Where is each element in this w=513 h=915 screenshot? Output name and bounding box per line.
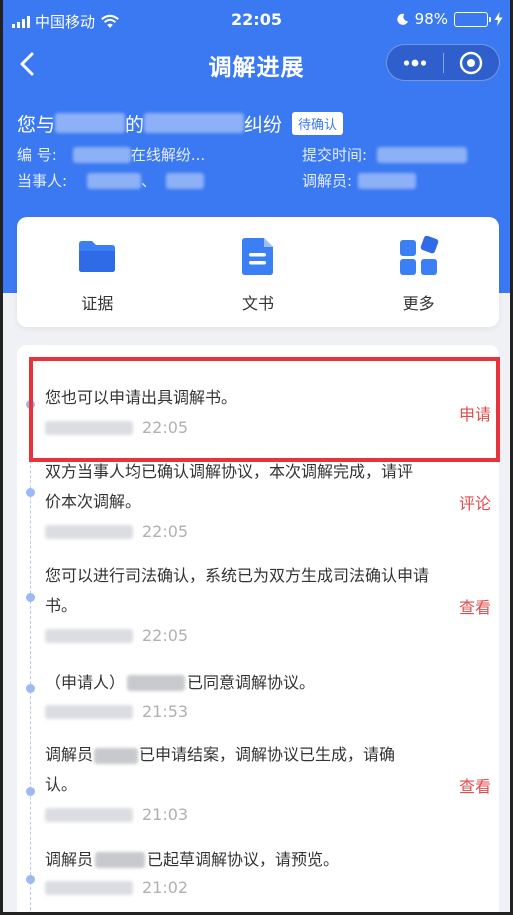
timeline-dot <box>26 593 35 602</box>
redacted-applicant <box>127 675 186 691</box>
status-badge: 待确认 <box>292 111 344 135</box>
timeline-item-time: 22:05 <box>45 418 188 437</box>
view-action-link[interactable]: 查看 <box>459 594 491 618</box>
redacted-mediator <box>94 747 139 764</box>
progress-timeline: 您也可以申请出具调解书。 22:05 申请 双方当事人均已确认调解协议，本次调解… <box>17 345 499 915</box>
timeline-text-prefix: 调解员 <box>45 850 94 869</box>
parties: 当事人: 、 <box>17 170 205 191</box>
submit-time: 提交时间: <box>302 144 468 165</box>
document-label: 文书 <box>242 294 275 313</box>
redacted-mediator <box>95 852 146 868</box>
redacted-date <box>45 628 133 643</box>
timeline-item-text: 调解员 已申请结案，调解协议已生成，请确认。 <box>45 740 420 800</box>
timeline-time-value: 21:53 <box>142 702 189 721</box>
view-action-link[interactable]: 查看 <box>459 773 491 797</box>
case-number-value: 在线解纷... <box>130 146 206 164</box>
redacted-date <box>45 420 133 435</box>
dispute-title: 您与 的 纠纷 待确认 <box>17 108 496 138</box>
redacted-date <box>45 704 133 719</box>
timeline-dot <box>26 787 35 796</box>
case-number-label: 编 号: <box>17 146 57 164</box>
mini-program-capsule <box>386 44 500 81</box>
timeline-dot <box>26 684 35 693</box>
dispute-title-prefix: 您与 <box>17 113 56 136</box>
dispute-info: 您与 的 纠纷 待确认 编 号: 在线解纷... 提交时间: 当事人: 、 调解… <box>17 108 496 194</box>
timeline-item-text: 双方当事人均已确认调解协议，本次调解完成，请评价本次调解。 <box>45 462 414 511</box>
moon-icon <box>396 13 408 25</box>
redacted-party <box>144 113 245 133</box>
timeline-item-time: 21:03 <box>45 805 188 824</box>
mediator: 调解员: <box>302 170 417 191</box>
timeline-line <box>30 380 31 915</box>
charging-icon <box>494 12 503 26</box>
redacted-mediator <box>358 172 417 189</box>
timeline-text-prefix: 调解员 <box>45 745 94 764</box>
review-action-link[interactable]: 评论 <box>459 490 491 514</box>
timeline-item-text: 您也可以申请出具调解书。 <box>45 388 238 407</box>
dispute-title-mid: 的 <box>125 113 145 136</box>
timeline-text-suffix: 已同意调解协议。 <box>187 673 316 692</box>
timeline-item-text: （申请人） 已同意调解协议。 <box>45 668 420 698</box>
timeline-dot <box>26 875 35 884</box>
evidence-button[interactable]: 证据 <box>17 217 178 327</box>
timeline-time-value: 22:05 <box>142 522 189 541</box>
document-icon <box>242 238 273 275</box>
more-button[interactable]: 更多 <box>338 217 499 327</box>
timeline-item-time: 22:05 <box>45 626 188 645</box>
timeline-dot <box>26 400 35 409</box>
parties-separator: 、 <box>141 172 157 190</box>
timeline-item-text: 您可以进行司法确认，系统已为双方生成司法确认申请书。 <box>45 566 430 615</box>
more-label: 更多 <box>402 294 435 313</box>
redacted-party-name <box>166 172 205 189</box>
redacted-case-number <box>72 146 131 163</box>
mediator-label: 调解员: <box>302 172 353 190</box>
status-bar: 中国移动 22:05 98% <box>0 0 513 38</box>
timeline-text-prefix: （申请人） <box>45 673 126 692</box>
grid-apps-icon <box>399 236 438 275</box>
dispute-title-suffix: 纠纷 <box>244 113 283 136</box>
timeline-item-time: 21:53 <box>45 702 188 721</box>
timeline-dot <box>26 488 35 497</box>
meta-row-1: 编 号: 在线解纷... 提交时间: <box>17 144 496 168</box>
close-mini-program-button[interactable] <box>444 45 500 80</box>
folder-icon <box>79 241 116 272</box>
more-dots-icon <box>403 59 426 66</box>
quick-actions-card: 证据 文书 更多 <box>17 217 499 327</box>
timeline-item-text: 调解员 已起草调解协议，请预览。 <box>45 845 420 875</box>
battery-icon <box>454 11 491 27</box>
timeline-time-value: 22:05 <box>142 626 189 645</box>
redacted-date <box>45 807 133 822</box>
parties-label: 当事人: <box>17 172 68 190</box>
apply-action-link[interactable]: 申请 <box>459 401 491 425</box>
redacted-date <box>45 880 133 895</box>
nav-bar: 调解进展 <box>0 38 513 90</box>
more-menu-button[interactable] <box>387 45 443 80</box>
timeline-item-time: 21:02 <box>45 878 188 897</box>
redacted-submit-time <box>377 146 468 163</box>
submit-time-label: 提交时间: <box>302 146 368 164</box>
timeline-time-value: 21:02 <box>142 878 189 897</box>
redacted-date <box>45 524 133 539</box>
status-right: 98% <box>396 10 503 28</box>
target-close-icon <box>460 51 483 74</box>
battery-percent: 98% <box>414 10 448 28</box>
timeline-text-suffix: 已起草调解协议，请预览。 <box>147 850 340 869</box>
timeline-time-value: 21:03 <box>142 805 189 824</box>
redacted-party-name <box>87 172 142 189</box>
meta-row-2: 当事人: 、 调解员: <box>17 170 496 194</box>
timeline-item-time: 22:05 <box>45 522 188 541</box>
redacted-party <box>55 113 126 133</box>
case-number: 编 号: 在线解纷... <box>17 144 205 165</box>
evidence-label: 证据 <box>81 294 114 313</box>
document-button[interactable]: 文书 <box>178 217 339 327</box>
timeline-time-value: 22:05 <box>142 418 189 437</box>
